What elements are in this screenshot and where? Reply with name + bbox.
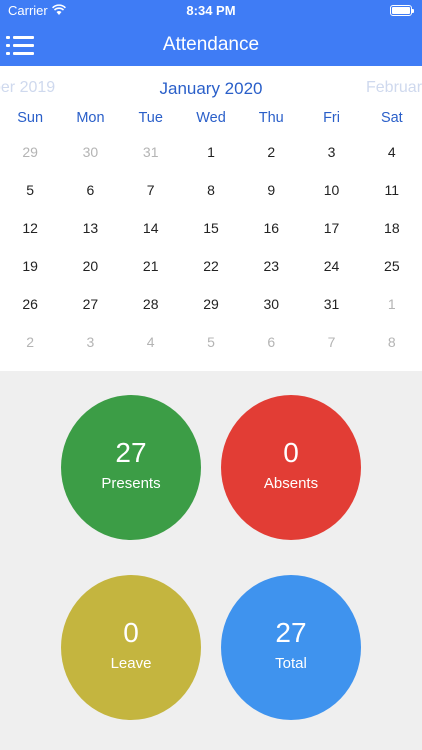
calendar-week: 5 6 7 8 9 10 11 [0, 180, 422, 218]
calendar-day[interactable]: 30 [241, 294, 301, 332]
calendar-day[interactable]: 28 [121, 294, 181, 332]
calendar-day[interactable]: 14 [121, 218, 181, 256]
calendar-day[interactable]: 15 [181, 218, 241, 256]
calendar-day[interactable]: 17 [301, 218, 361, 256]
calendar-week: 26 27 28 29 30 31 1 [0, 294, 422, 332]
calendar-day[interactable]: 5 [181, 332, 241, 370]
calendar-day[interactable]: 23 [241, 256, 301, 294]
calendar-week: 12 13 14 15 16 17 18 [0, 218, 422, 256]
calendar-day[interactable]: 19 [0, 256, 60, 294]
weekday-mon: Mon [76, 110, 105, 126]
status-bar: Carrier 8:34 PM [0, 0, 422, 22]
calendar-day[interactable]: 24 [301, 256, 361, 294]
calendar-week: 29 30 31 1 2 3 4 [0, 142, 422, 180]
calendar-day[interactable]: 20 [60, 256, 120, 294]
calendar-day[interactable]: 4 [362, 142, 422, 180]
calendar-day[interactable]: 18 [362, 218, 422, 256]
calendar-day[interactable]: 31 [301, 294, 361, 332]
total-count: 27 [275, 617, 307, 648]
next-month-label[interactable]: Februar [366, 79, 422, 97]
total-stat[interactable]: 27 Total [221, 575, 361, 720]
calendar-day[interactable]: 11 [362, 180, 422, 218]
calendar-day[interactable]: 2 [0, 332, 60, 370]
page-title: Attendance [162, 34, 260, 55]
calendar-day[interactable]: 8 [181, 180, 241, 218]
calendar-day[interactable]: 5 [0, 180, 60, 218]
presents-stat[interactable]: 27 Presents [61, 395, 201, 540]
calendar-day[interactable]: 12 [0, 218, 60, 256]
calendar-day[interactable]: 3 [60, 332, 120, 370]
calendar-day[interactable]: 4 [121, 332, 181, 370]
calendar: ber 2019 January 2020 Februar Sun Mon Tu… [0, 66, 422, 371]
calendar-day[interactable]: 26 [0, 294, 60, 332]
calendar-day[interactable]: 25 [362, 256, 422, 294]
weekday-fri: Fri [323, 110, 340, 126]
calendar-day[interactable]: 6 [60, 180, 120, 218]
presents-label: Presents [101, 475, 161, 492]
weekday-sun: Sun [17, 110, 44, 126]
calendar-week: 2 3 4 5 6 7 8 [0, 332, 422, 370]
calendar-day[interactable]: 31 [121, 142, 181, 180]
calendar-day[interactable]: 2 [241, 142, 301, 180]
calendar-day[interactable]: 9 [241, 180, 301, 218]
battery-icon [390, 5, 414, 16]
clock: 8:34 PM [186, 3, 236, 18]
calendar-day[interactable]: 3 [301, 142, 361, 180]
calendar-day[interactable]: 10 [301, 180, 361, 218]
calendar-day[interactable]: 7 [121, 180, 181, 218]
absents-count: 0 [283, 437, 299, 468]
leave-count: 0 [123, 617, 139, 648]
calendar-day[interactable]: 22 [181, 256, 241, 294]
weekday-wed: Wed [196, 110, 226, 126]
calendar-day[interactable]: 13 [60, 218, 120, 256]
absents-label: Absents [263, 475, 319, 492]
calendar-week: 19 20 21 22 23 24 25 [0, 256, 422, 294]
calendar-grid: 29 30 31 1 2 3 4 5 6 7 8 9 10 11 12 13 1… [0, 142, 422, 370]
calendar-day[interactable]: 16 [241, 218, 301, 256]
weekday-header: Sun Mon Tue Wed Thu Fri Sat [0, 110, 422, 130]
leave-label: Leave [110, 655, 152, 672]
calendar-day[interactable]: 29 [181, 294, 241, 332]
calendar-day[interactable]: 7 [301, 332, 361, 370]
calendar-day[interactable]: 6 [241, 332, 301, 370]
calendar-day[interactable]: 8 [362, 332, 422, 370]
total-label: Total [275, 655, 307, 672]
calendar-day[interactable]: 21 [121, 256, 181, 294]
absents-stat[interactable]: 0 Absents [221, 395, 361, 540]
current-month-label: January 2020 [159, 79, 263, 98]
calendar-day[interactable]: 27 [60, 294, 120, 332]
calendar-day[interactable]: 1 [362, 294, 422, 332]
leave-stat[interactable]: 0 Leave [61, 575, 201, 720]
presents-count: 27 [115, 437, 147, 468]
weekday-tue: Tue [138, 110, 163, 126]
weekday-sat: Sat [380, 110, 403, 126]
app-header: Carrier 8:34 PM Attendance [0, 0, 422, 66]
weekday-thu: Thu [258, 110, 284, 126]
calendar-day[interactable]: 1 [181, 142, 241, 180]
calendar-day[interactable]: 29 [0, 142, 60, 180]
calendar-day[interactable]: 30 [60, 142, 120, 180]
